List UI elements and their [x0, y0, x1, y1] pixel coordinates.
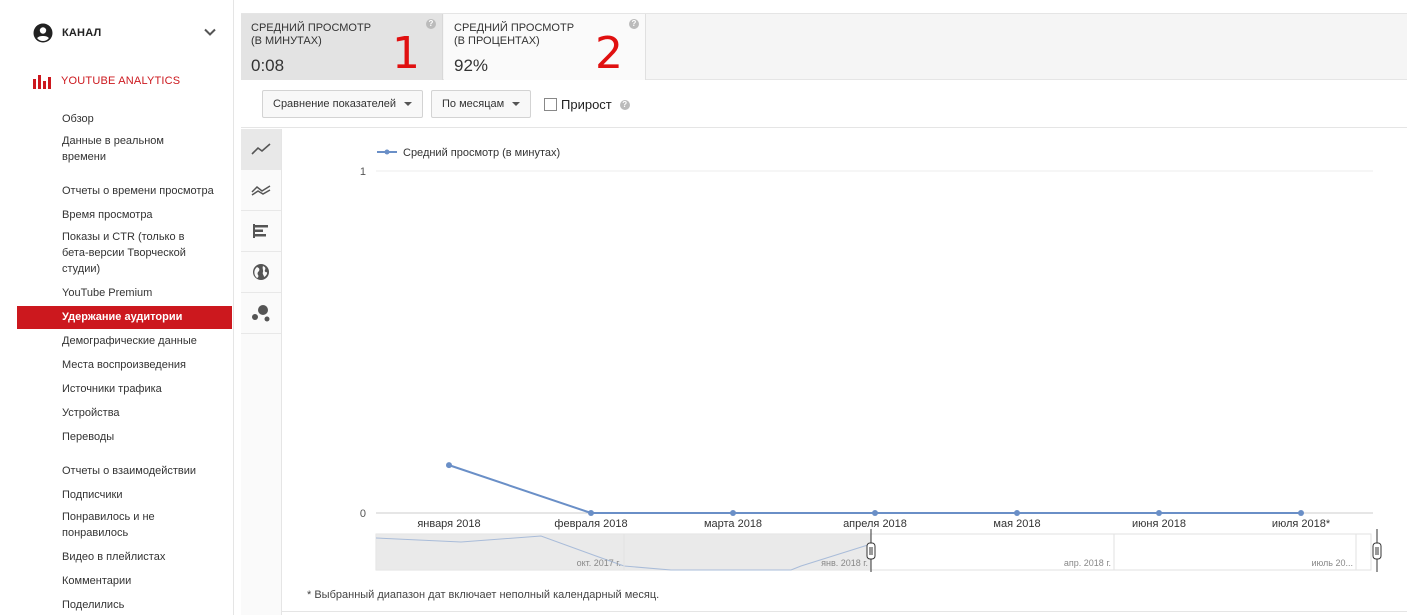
bottom-divider	[282, 611, 1407, 612]
sidebar-item-impressions-ctr[interactable]: Показы и CTR (только в бета-версии Творч…	[62, 229, 197, 277]
sidebar-item-comments[interactable]: Комментарии	[62, 573, 222, 589]
data-point	[1014, 510, 1020, 516]
sidebar-item-playlists[interactable]: Видео в плейлистах	[62, 549, 222, 565]
analytics-bars-icon	[33, 75, 51, 89]
data-point	[730, 510, 736, 516]
sidebar-item-playback-locations[interactable]: Места воспроизведения	[62, 357, 222, 373]
chart-area: 0 1 Средний просмотр (в минутах) января 201…	[360, 147, 1382, 572]
legend-marker	[384, 149, 390, 155]
data-point	[446, 462, 452, 469]
sidebar-item-overview[interactable]: Обзор	[62, 111, 222, 127]
y-tick-label: 1	[360, 166, 366, 178]
sidebar-item-likes-dislikes[interactable]: Понравилось и не понравилось	[62, 509, 172, 541]
sidebar-item-realtime[interactable]: Данные в реальном времени	[62, 133, 182, 165]
sidebar-youtube-analytics[interactable]: YOUTUBE ANALYTICS	[33, 73, 180, 89]
account-circle-icon	[33, 23, 53, 43]
x-tick-label: июля 2018*	[1272, 518, 1331, 530]
data-point	[872, 510, 878, 516]
x-tick-label: мая 2018	[993, 518, 1040, 530]
x-tick-label: апреля 2018	[843, 518, 907, 530]
navigator-handle	[866, 542, 876, 560]
sidebar-item-translations[interactable]: Переводы	[62, 429, 222, 445]
data-point	[1156, 510, 1162, 516]
navigator-handle	[1372, 542, 1382, 560]
sidebar-section-watch-time: Отчеты о времени просмотра	[62, 185, 214, 197]
legend-label: Средний просмотр (в минутах)	[403, 147, 560, 159]
analytics-label: YOUTUBE ANALYTICS	[61, 75, 181, 87]
navigator-label: июль 20...	[1311, 558, 1353, 568]
x-tick-label: января 2018	[417, 518, 480, 530]
sidebar-item-devices[interactable]: Устройства	[62, 405, 222, 421]
sidebar-item-watch-time[interactable]: Время просмотра	[62, 207, 222, 223]
main-content: СРЕДНИЙ ПРОСМОТР (В МИНУТАХ) 0:08 ? 1 СР…	[241, 0, 1407, 615]
navigator-label: окт. 2017 г.	[577, 558, 621, 568]
sidebar-item-subscribers[interactable]: Подписчики	[62, 487, 222, 503]
x-tick-label: марта 2018	[704, 518, 762, 530]
sidebar-item-demographics[interactable]: Демографические данные	[62, 333, 222, 349]
footnote: * Выбранный диапазон дат включает неполн…	[307, 589, 660, 601]
series-line	[448, 464, 1301, 514]
sidebar-section-engagement: Отчеты о взаимодействии	[62, 465, 197, 477]
data-point	[588, 510, 594, 516]
navigator-label: янв. 2018 г.	[821, 558, 868, 568]
navigator-label: апр. 2018 г.	[1064, 558, 1111, 568]
x-tick-label: июня 2018	[1132, 518, 1186, 530]
sidebar-item-traffic-sources[interactable]: Источники трафика	[62, 381, 222, 397]
data-point	[1298, 510, 1304, 516]
sidebar-item-sharing[interactable]: Поделились	[62, 597, 222, 613]
sidebar-item-youtube-premium[interactable]: YouTube Premium	[62, 285, 222, 301]
sidebar: КАНАЛ YOUTUBE ANALYTICS Обзор Данные в р…	[0, 0, 234, 615]
sidebar-channel-toggle[interactable]: КАНАЛ	[33, 22, 223, 44]
sidebar-item-audience-retention[interactable]: Удержание аудитории	[17, 306, 232, 329]
chevron-down-icon	[204, 28, 216, 36]
y-tick-label: 0	[360, 508, 366, 520]
channel-label: КАНАЛ	[62, 27, 102, 39]
x-tick-label: февраля 2018	[554, 518, 627, 530]
